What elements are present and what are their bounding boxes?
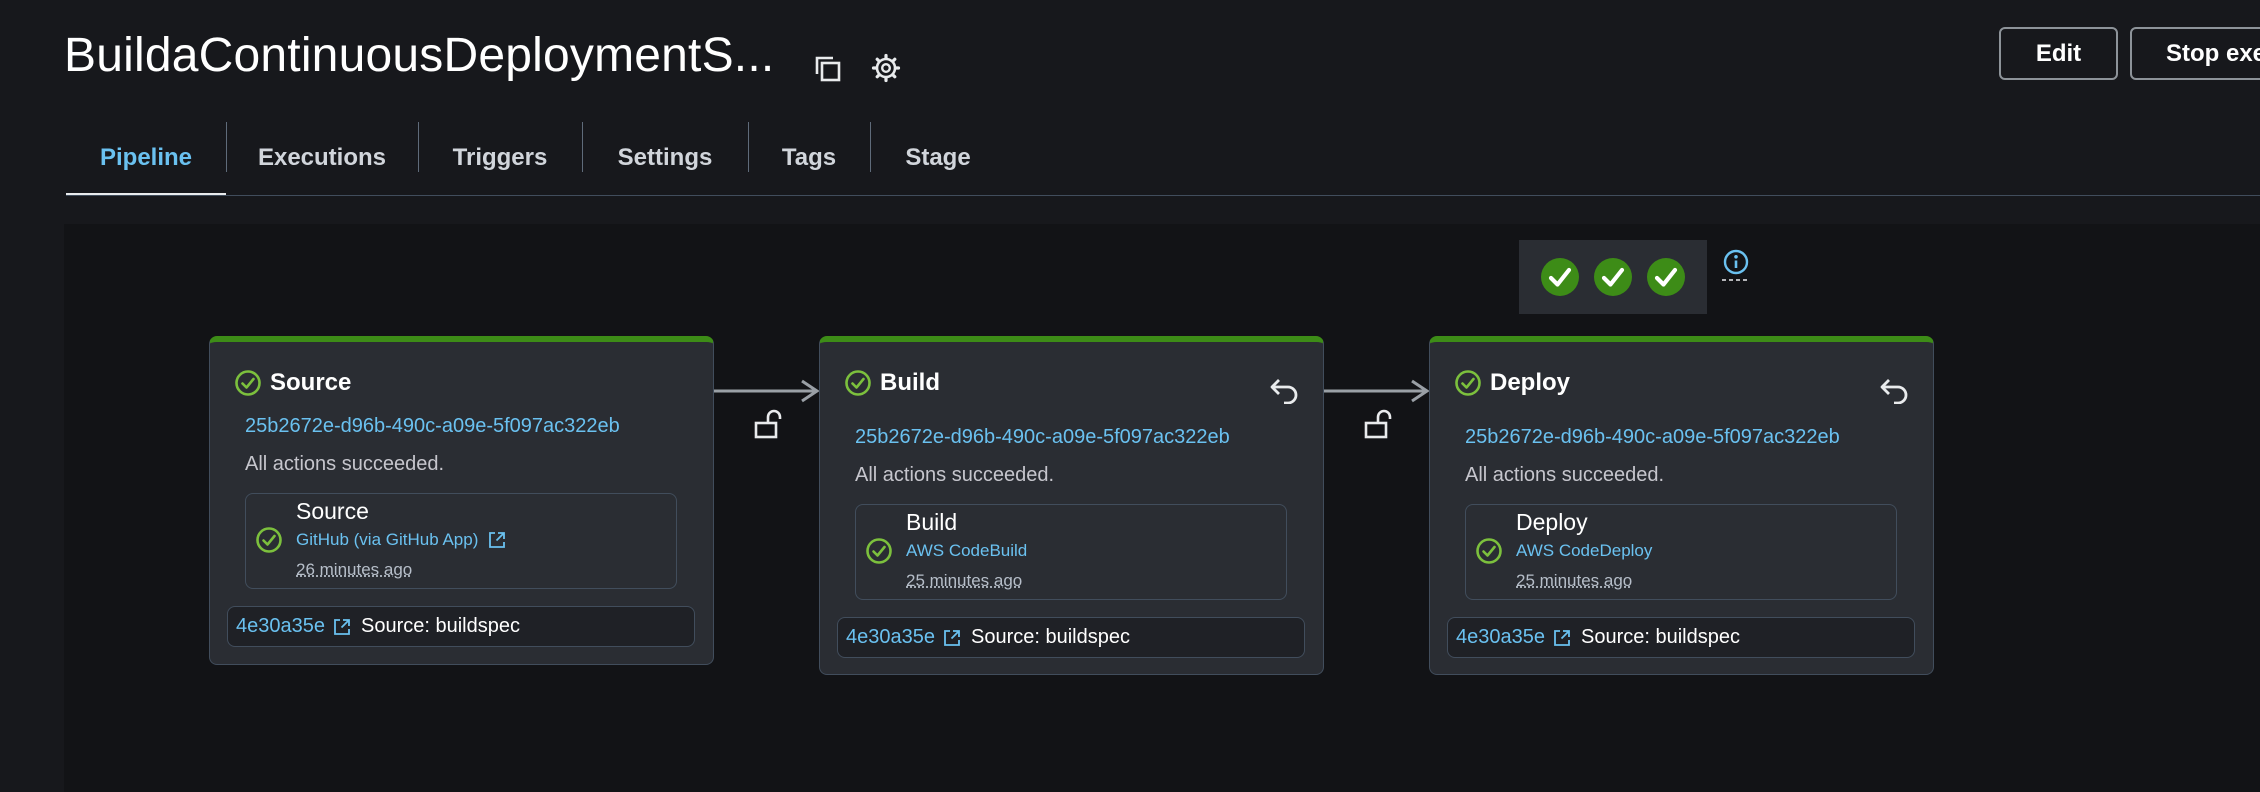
commit-id: 4e30a35e <box>1456 626 1545 648</box>
retry-stage-icon[interactable] <box>1879 376 1911 404</box>
copy-icon[interactable] <box>812 53 844 85</box>
tabs-underline <box>66 195 2260 196</box>
success-icon <box>844 369 872 397</box>
action-name: Build <box>906 509 958 535</box>
execution-id-link[interactable]: 25b2672e-d96b-490c-a09e-5f097ac322eb <box>855 426 1230 449</box>
stage-deploy: Deploy 25b2672e-d96b-490c-a09e-5f097ac32… <box>1429 336 1934 675</box>
stop-execution-button[interactable]: Stop execution <box>2130 27 2260 80</box>
action-provider-link[interactable]: AWS CodeDeploy <box>1516 541 1652 561</box>
execution-id-link[interactable]: 25b2672e-d96b-490c-a09e-5f097ac322eb <box>1465 426 1840 449</box>
action-timestamp[interactable]: 26 minutes ago <box>296 560 412 580</box>
commit-id: 4e30a35e <box>236 615 325 637</box>
success-icon <box>1475 537 1503 565</box>
success-icon <box>865 537 893 565</box>
commit-link[interactable]: 4e30a35e <box>1456 626 1571 649</box>
provider-label: AWS CodeBuild <box>906 541 1028 560</box>
artifact-source: Source: buildspec <box>360 615 520 637</box>
tab-divider <box>226 122 227 172</box>
tab-settings[interactable]: Settings <box>582 120 748 196</box>
stage-name: Source <box>270 369 352 396</box>
action-timestamp[interactable]: 25 minutes ago <box>1516 571 1632 591</box>
action-timestamp[interactable]: 25 minutes ago <box>906 571 1022 591</box>
artifact-source: Source: buildspec <box>1580 626 1740 648</box>
tab-divider <box>870 122 871 172</box>
transition-unlock-icon[interactable] <box>754 409 782 439</box>
artifact-row: 4e30a35e Source: buildspec <box>227 606 695 647</box>
action-card[interactable]: Deploy AWS CodeDeploy 25 minutes ago <box>1465 504 1897 600</box>
tab-executions[interactable]: Executions <box>226 120 418 196</box>
tab-pipeline[interactable]: Pipeline <box>66 120 226 196</box>
gear-icon[interactable] <box>870 52 902 84</box>
stage-status: All actions succeeded. <box>1465 464 1665 486</box>
artifact-row: 4e30a35e Source: buildspec <box>837 617 1305 658</box>
external-link-icon <box>1553 629 1571 647</box>
pipeline-page: BuildaContinuousDeploymentS... Edit Stop… <box>0 0 2260 792</box>
stage-name: Build <box>880 369 940 396</box>
page-title: BuildaContinuousDeploymentS... <box>64 29 775 82</box>
stage-header: Deploy <box>1454 369 1570 397</box>
artifact-row: 4e30a35e Source: buildspec <box>1447 617 1915 658</box>
action-provider-link[interactable]: GitHub (via GitHub App) <box>296 530 506 550</box>
tab-tags[interactable]: Tags <box>748 120 870 196</box>
provider-label: GitHub (via GitHub App) <box>296 530 479 549</box>
retry-stage-icon[interactable] <box>1269 376 1301 404</box>
external-link-icon <box>943 629 961 647</box>
success-check-icon <box>1646 257 1686 297</box>
action-name: Source <box>296 498 369 524</box>
transition-unlock-icon[interactable] <box>1364 409 1392 439</box>
success-check-icon <box>1593 257 1633 297</box>
success-icon <box>1454 369 1482 397</box>
stage-status: All actions succeeded. <box>245 453 445 475</box>
info-icon[interactable] <box>1721 249 1751 283</box>
external-link-icon <box>333 618 351 636</box>
commit-id: 4e30a35e <box>846 626 935 648</box>
external-link-icon <box>488 531 506 549</box>
artifact-source: Source: buildspec <box>970 626 1130 648</box>
action-card[interactable]: Build AWS CodeBuild 25 minutes ago <box>855 504 1287 600</box>
stage-summary <box>1519 240 1707 314</box>
transition-arrow <box>714 379 820 403</box>
tab-stage[interactable]: Stage <box>870 120 1006 196</box>
provider-label: AWS CodeDeploy <box>1516 541 1653 560</box>
stage-header: Build <box>844 369 940 397</box>
action-provider-link[interactable]: AWS CodeBuild <box>906 541 1027 561</box>
tab-divider <box>748 122 749 172</box>
success-icon <box>255 526 283 554</box>
stage-header: Source <box>234 369 351 397</box>
commit-link[interactable]: 4e30a35e <box>846 626 961 649</box>
tab-triggers[interactable]: Triggers <box>418 120 582 196</box>
success-check-icon <box>1540 257 1580 297</box>
action-card[interactable]: Source GitHub (via GitHub App) 26 minute… <box>245 493 677 589</box>
execution-id-link[interactable]: 25b2672e-d96b-490c-a09e-5f097ac322eb <box>245 415 620 438</box>
tab-divider <box>418 122 419 172</box>
commit-link[interactable]: 4e30a35e <box>236 615 351 638</box>
success-icon <box>234 369 262 397</box>
edit-button[interactable]: Edit <box>1999 27 2118 80</box>
stage-build: Build 25b2672e-d96b-490c-a09e-5f097ac322… <box>819 336 1324 675</box>
tab-divider <box>582 122 583 172</box>
stage-source: Source 25b2672e-d96b-490c-a09e-5f097ac32… <box>209 336 714 665</box>
stage-status: All actions succeeded. <box>855 464 1055 486</box>
transition-arrow <box>1324 379 1430 403</box>
stage-name: Deploy <box>1490 369 1571 396</box>
action-name: Deploy <box>1516 509 1588 535</box>
